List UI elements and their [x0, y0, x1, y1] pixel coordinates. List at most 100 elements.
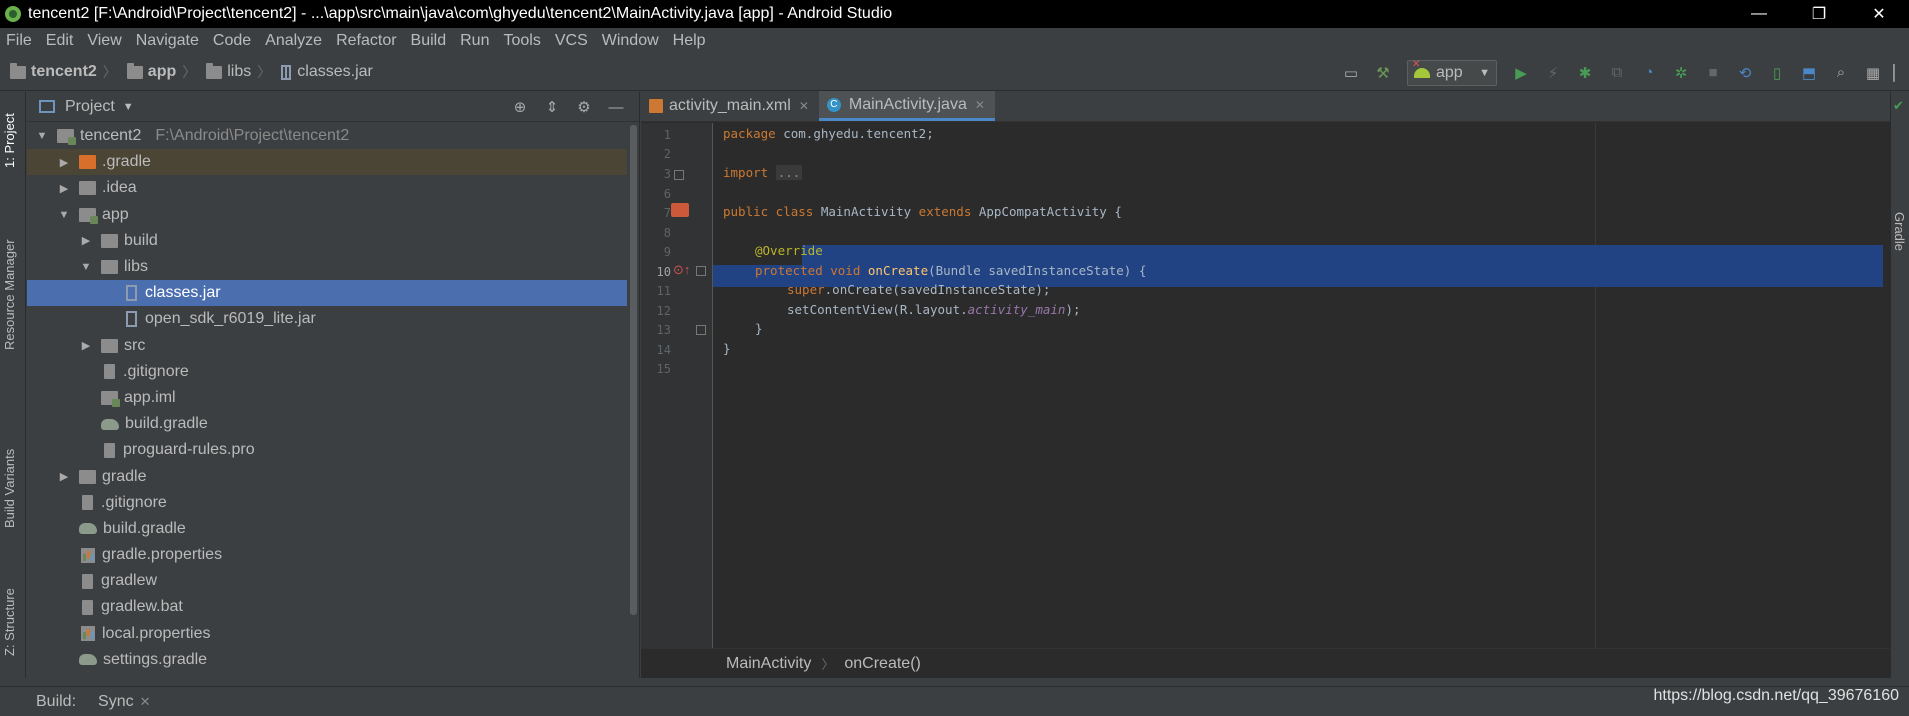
folded-imports[interactable]: ... [775, 165, 803, 180]
menu-vcs[interactable]: VCS [555, 32, 588, 50]
chevron-right-icon[interactable]: ▶ [79, 234, 93, 247]
close-icon[interactable]: ✕ [799, 99, 809, 113]
search-icon[interactable]: ⌕ [1830, 62, 1852, 84]
debug-icon[interactable]: ✱ [1574, 62, 1596, 84]
gear-icon[interactable]: ⚙ [573, 96, 595, 118]
override-icon[interactable]: ⊙↑ [673, 262, 690, 278]
chevron-down-icon[interactable]: ▼ [57, 209, 71, 221]
minimize-button[interactable]: — [1729, 0, 1789, 28]
breadcrumb-class[interactable]: MainActivity [726, 655, 811, 673]
tab-sync[interactable]: Sync [98, 693, 134, 711]
menu-code[interactable]: Code [213, 32, 251, 50]
tree-item[interactable]: .gitignore [27, 490, 627, 516]
chevron-right-icon[interactable]: ▶ [57, 470, 71, 483]
tree-item[interactable]: settings.gradle [27, 647, 627, 673]
tree-item[interactable]: ▼ app [27, 202, 627, 228]
tab-build-variants[interactable]: Build Variants [2, 449, 17, 528]
code-line-12: setContentView(R.layout.activity_main); [787, 302, 1081, 317]
breadcrumb-folder[interactable]: libs 〉 [206, 62, 271, 82]
tree-item[interactable]: ▶ .gradle [27, 149, 627, 176]
run-coverage-icon[interactable]: ✲ [1670, 62, 1692, 84]
vertical-scrollbar[interactable] [630, 125, 637, 615]
run-icon[interactable]: ▶ [1510, 62, 1532, 84]
tree-item[interactable]: ▶ gradle [27, 463, 627, 489]
fold-icon[interactable] [696, 266, 706, 276]
tree-item[interactable]: ▼ libs [27, 254, 627, 280]
apply-changes-icon[interactable]: ⚡ [1542, 62, 1564, 84]
close-icon[interactable]: ✕ [140, 694, 151, 710]
breadcrumb-project[interactable]: tencent2 〉 [10, 62, 117, 82]
check-icon: ✔ [1893, 98, 1904, 113]
fold-icon[interactable] [696, 325, 706, 335]
tree-item[interactable]: ▶ .idea [27, 175, 627, 201]
tab-main-activity-java[interactable]: C MainActivity.java ✕ [818, 91, 995, 121]
tab-resource-manager[interactable]: Resource Manager [2, 239, 17, 350]
menu-file[interactable]: File [6, 32, 32, 50]
maximize-button[interactable]: ❐ [1789, 0, 1849, 28]
android-component-icon[interactable] [671, 203, 689, 217]
code-line-9: @Override [755, 243, 823, 258]
tree-item[interactable]: local.properties [27, 621, 627, 647]
tree-item[interactable]: build.gradle [27, 411, 627, 437]
close-window-button[interactable]: ✕ [1849, 0, 1909, 28]
more-icon[interactable]: ▏ [1893, 62, 1905, 84]
tree-item[interactable]: proguard-rules.pro [27, 437, 627, 463]
tab-project[interactable]: 1: Project [2, 113, 17, 168]
tab-gradle[interactable]: Gradle [1892, 212, 1907, 251]
tree-item[interactable]: app.iml [27, 385, 627, 411]
menu-build[interactable]: Build [411, 32, 447, 50]
chevron-down-icon[interactable]: ▼ [79, 261, 93, 273]
locate-icon[interactable]: ⊕ [509, 96, 531, 118]
menu-help[interactable]: Help [673, 32, 706, 50]
hide-icon[interactable]: — [605, 96, 627, 118]
line-number: 2 [663, 147, 671, 161]
sync-icon[interactable]: ⟲ [1734, 62, 1756, 84]
tree-item[interactable]: .gitignore [27, 359, 627, 385]
tab-structure[interactable]: Z: Structure [2, 588, 17, 656]
tree-item[interactable]: gradle.properties [27, 542, 627, 568]
tree-item[interactable]: ▼ tencent2 F:\Android\Project\tencent2 [27, 123, 627, 149]
tree-item[interactable]: gradlew.bat [27, 594, 627, 620]
attach-debugger-icon[interactable]: ⧉ [1606, 62, 1628, 84]
menu-view[interactable]: View [87, 32, 121, 50]
menu-run[interactable]: Run [460, 32, 489, 50]
line-number: 7 [663, 206, 671, 220]
android-studio-icon [5, 6, 21, 22]
stop-icon[interactable]: ■ [1702, 62, 1724, 84]
chevron-right-icon[interactable]: ▶ [79, 339, 93, 352]
tree-item[interactable]: open_sdk_r6019_lite.jar [27, 306, 627, 332]
sdk-icon[interactable]: ⬒ [1798, 62, 1820, 84]
fold-icon[interactable] [674, 170, 684, 180]
profile-icon[interactable]: ◔ [1638, 62, 1660, 84]
menu-analyze[interactable]: Analyze [265, 32, 322, 50]
tree-item[interactable]: gradlew [27, 568, 627, 594]
chevron-right-icon[interactable]: ▶ [57, 182, 71, 195]
chevron-down-icon[interactable]: ▼ [35, 130, 49, 142]
menu-tools[interactable]: Tools [503, 32, 540, 50]
sdk-manager-icon[interactable]: ▭ [1340, 62, 1362, 84]
chevron-right-icon[interactable]: ▶ [57, 156, 71, 169]
tree-item[interactable]: ▶ src [27, 333, 627, 359]
build-hammer-icon[interactable]: ⚒ [1372, 62, 1394, 84]
code-line-14: } [723, 341, 731, 356]
collapse-all-icon[interactable]: ⇕ [541, 96, 563, 118]
tree-item[interactable]: build.gradle [27, 516, 627, 542]
class-icon: C [826, 97, 841, 112]
menu-edit[interactable]: Edit [46, 32, 74, 50]
menu-refactor[interactable]: Refactor [336, 32, 396, 50]
avd-manager-icon[interactable]: ▯ [1766, 62, 1788, 84]
menu-window[interactable]: Window [602, 32, 659, 50]
close-icon[interactable]: ✕ [975, 98, 985, 112]
project-panel-title[interactable]: Project [65, 98, 115, 116]
tab-activity-main-xml[interactable]: activity_main.xml ✕ [641, 91, 819, 121]
run-configuration-select[interactable]: app ▼ [1407, 59, 1497, 86]
breadcrumb-module[interactable]: app 〉 [126, 62, 196, 82]
project-structure-icon[interactable]: ▦ [1862, 62, 1884, 84]
menu-navigate[interactable]: Navigate [136, 32, 199, 50]
tree-item[interactable]: classes.jar [27, 280, 627, 307]
breadcrumb-file[interactable]: classes.jar [281, 63, 373, 81]
tree-item[interactable]: ▶ build [27, 228, 627, 254]
breadcrumb-method[interactable]: onCreate() [844, 655, 920, 673]
code-area[interactable]: package com.ghyedu.tencent2; import ... … [713, 123, 1883, 648]
chevron-down-icon[interactable]: ▼ [123, 101, 134, 113]
